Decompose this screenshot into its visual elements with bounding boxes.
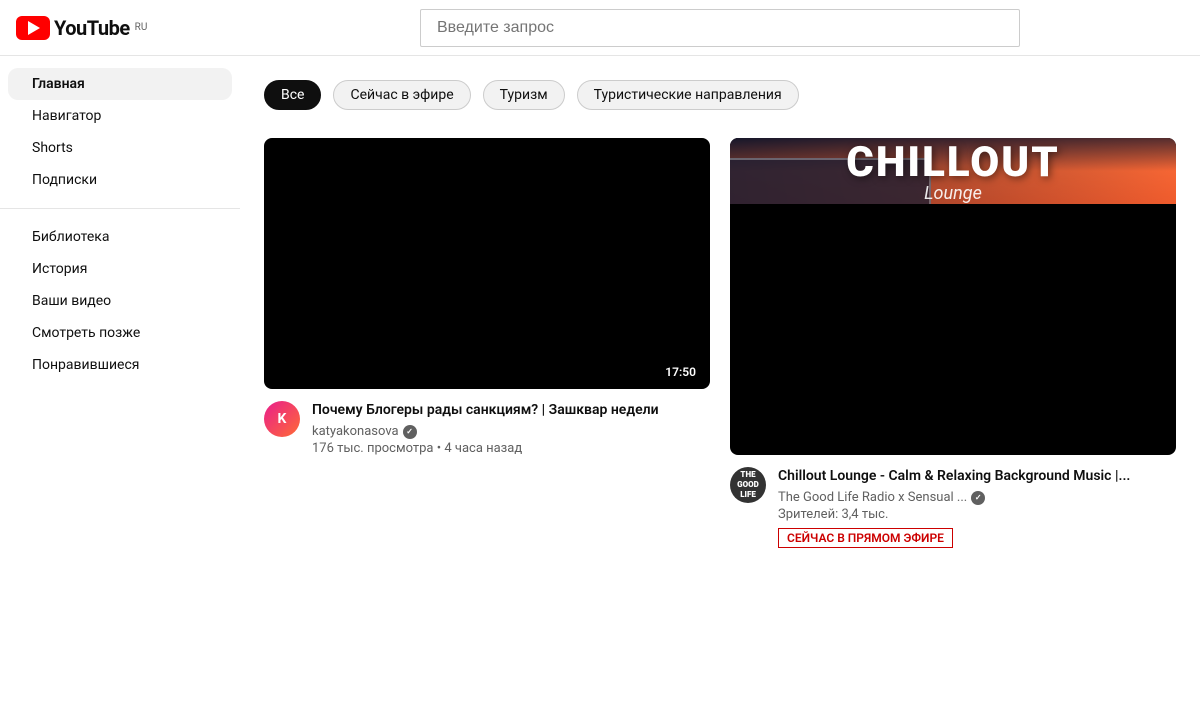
- sidebar-item-your-videos[interactable]: Ваши видео: [8, 285, 232, 317]
- sidebar-item-shorts[interactable]: Shorts: [8, 132, 232, 164]
- chillout-subtitle: Lounge: [846, 183, 1059, 204]
- video-card-2[interactable]: CHILLOUT Lounge THEGOODLIFE Chillout Lou…: [730, 138, 1176, 548]
- sidebar-divider-1: [0, 208, 240, 209]
- youtube-wordmark: YouTube: [54, 16, 130, 40]
- avatar-2: THEGOODLIFE: [730, 467, 766, 503]
- video-title-1: Почему Блогеры рады санкциям? | Зашквар …: [312, 401, 710, 421]
- sidebar-item-liked[interactable]: Понравившиеся: [8, 349, 232, 381]
- page-layout: Главная Навигатор Shorts Подписки Библио…: [0, 56, 1200, 548]
- sidebar-label-shorts: Shorts: [32, 140, 73, 156]
- chip-live[interactable]: Сейчас в эфире: [333, 80, 470, 110]
- live-badge: СЕЙЧАС В ПРЯМОМ ЭФИРЕ: [778, 528, 953, 548]
- sidebar-label-home: Главная: [32, 76, 85, 92]
- youtube-logo: YouTube RU: [16, 16, 147, 40]
- chip-tourism[interactable]: Туризм: [483, 80, 565, 110]
- video-info-2: THEGOODLIFE Chillout Lounge - Calm & Rel…: [730, 467, 1176, 549]
- sidebar-item-watch-later[interactable]: Смотреть позже: [8, 317, 232, 349]
- sidebar-item-history[interactable]: История: [8, 253, 232, 285]
- sidebar-label-your-videos: Ваши видео: [32, 293, 111, 309]
- thumb-2-text: CHILLOUT Lounge: [846, 138, 1059, 204]
- video-stats-2: Зрителей: 3,4 тыс.: [778, 507, 1176, 522]
- chillout-title: CHILLOUT: [846, 138, 1059, 187]
- sidebar-item-home[interactable]: Главная: [8, 68, 232, 100]
- channel-name-2: The Good Life Radio x Sensual ...: [778, 490, 967, 505]
- verified-icon-2: [971, 491, 985, 505]
- sidebar-item-explore[interactable]: Навигатор: [8, 100, 232, 132]
- duration-badge-1: 17:50: [659, 363, 702, 381]
- search-input[interactable]: [420, 9, 1020, 47]
- sidebar: Главная Навигатор Shorts Подписки Библио…: [0, 56, 240, 720]
- avatar-1: K: [264, 401, 300, 437]
- video-meta-1: Почему Блогеры рады санкциям? | Зашквар …: [312, 401, 710, 457]
- video-stats-1: 176 тыс. просмотра • 4 часа назад: [312, 441, 710, 456]
- thumbnail-2: CHILLOUT Lounge: [730, 138, 1176, 455]
- main-content: Все Сейчас в эфире Туризм Туристические …: [240, 56, 1200, 548]
- sidebar-item-library[interactable]: Библиотека: [8, 221, 232, 253]
- logo-area[interactable]: YouTube RU: [16, 16, 256, 40]
- chips-bar: Все Сейчас в эфире Туризм Туристические …: [264, 80, 1176, 114]
- video-title-2: Chillout Lounge - Calm & Relaxing Backgr…: [778, 467, 1176, 487]
- video-info-1: K Почему Блогеры рады санкциям? | Зашква…: [264, 401, 710, 457]
- sidebar-label-history: История: [32, 261, 87, 277]
- video-meta-2: Chillout Lounge - Calm & Relaxing Backgr…: [778, 467, 1176, 549]
- video-grid: БРЕНДЫ УХОДЯТ,А МЫ РАДУЕМСЯ! ЭТО ПРОСТО …: [264, 138, 1176, 548]
- thumbnail-content-2: CHILLOUT Lounge: [730, 138, 1176, 204]
- sidebar-label-library: Библиотека: [32, 229, 109, 245]
- country-code: RU: [135, 22, 148, 33]
- chip-all[interactable]: Все: [264, 80, 321, 110]
- sidebar-item-subscriptions[interactable]: Подписки: [8, 164, 232, 196]
- sidebar-label-watch-later: Смотреть позже: [32, 325, 140, 341]
- channel-row-2: The Good Life Radio x Sensual ...: [778, 490, 1176, 505]
- sidebar-label-liked: Понравившиеся: [32, 357, 139, 373]
- sidebar-label-explore: Навигатор: [32, 108, 101, 124]
- search-bar: [420, 9, 1020, 47]
- video-card-1[interactable]: БРЕНДЫ УХОДЯТ,А МЫ РАДУЕМСЯ! ЭТО ПРОСТО …: [264, 138, 710, 548]
- thumbnail-1: БРЕНДЫ УХОДЯТ,А МЫ РАДУЕМСЯ! ЭТО ПРОСТО …: [264, 138, 710, 389]
- channel-name-1: katyakonasova: [312, 424, 399, 439]
- chip-destinations[interactable]: Туристические направления: [577, 80, 799, 110]
- sidebar-label-subscriptions: Подписки: [32, 172, 97, 188]
- youtube-icon: [16, 16, 50, 40]
- header: YouTube RU: [0, 0, 1200, 56]
- channel-row-1: katyakonasova: [312, 424, 710, 439]
- verified-icon-1: [403, 425, 417, 439]
